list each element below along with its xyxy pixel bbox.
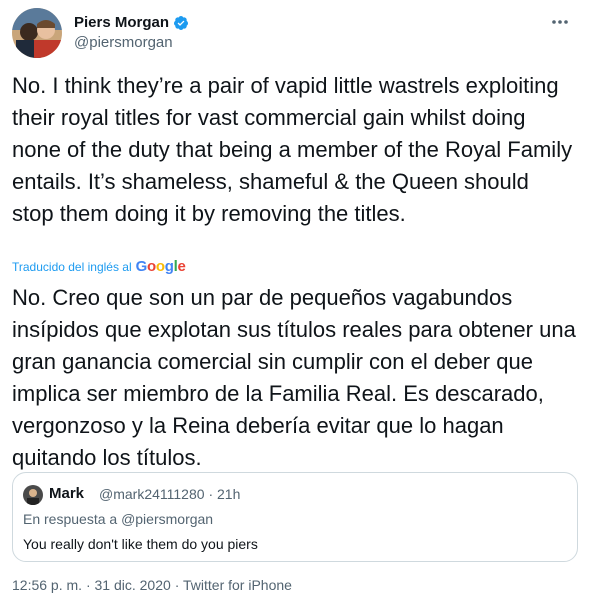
quoted-author-name[interactable]: Mark [49,485,84,502]
translated-by-link[interactable]: Traducido del inglés al Google [12,258,186,275]
google-logo: Google [135,258,186,275]
author-avatar[interactable] [12,8,62,58]
quoted-meta: @mark24111280 · 21h [99,486,240,502]
quoted-meta-separator: · [208,486,214,502]
quoted-tweet[interactable]: Mark @mark24111280 · 21h En respuesta a … [12,472,578,562]
author-name-row: Piers Morgan [74,14,189,31]
footer-separator-2: · [174,577,180,593]
tweet-time[interactable]: 12:56 p. m. [12,577,82,593]
tweet-date[interactable]: 31 dic. 2020 [95,577,171,593]
author-handle[interactable]: @piersmorgan [74,34,173,51]
quoted-reply-context: En respuesta a @piersmorgan [23,511,213,527]
footer-separator-1: · [85,577,91,593]
tweet-footer: 12:56 p. m. · 31 dic. 2020 · Twitter for… [12,577,292,593]
more-options-icon[interactable] [550,14,570,30]
tweet-card: Piers Morgan @piersmorgan No. I think th… [0,0,590,595]
translated-tweet-text: No. Creo que son un par de pequeños vaga… [12,285,576,470]
verified-badge-icon [173,15,189,31]
translated-by-label: Traducido del inglés al [12,259,132,274]
quoted-author-handle[interactable]: @mark24111280 [99,486,205,502]
quoted-reply-prefix: En respuesta a [23,511,118,527]
tweet-text: No. I think they’re a pair of vapid litt… [12,73,573,226]
quoted-reply-mention[interactable]: @piersmorgan [121,511,213,527]
quoted-time[interactable]: 21h [217,486,240,502]
author-display-name[interactable]: Piers Morgan [74,14,169,31]
quoted-tweet-text: You really don't like them do you piers [23,536,258,552]
tweet-source[interactable]: Twitter for iPhone [183,577,292,593]
tweet-header: Piers Morgan @piersmorgan [12,8,578,58]
quoted-author-avatar[interactable] [23,485,43,505]
